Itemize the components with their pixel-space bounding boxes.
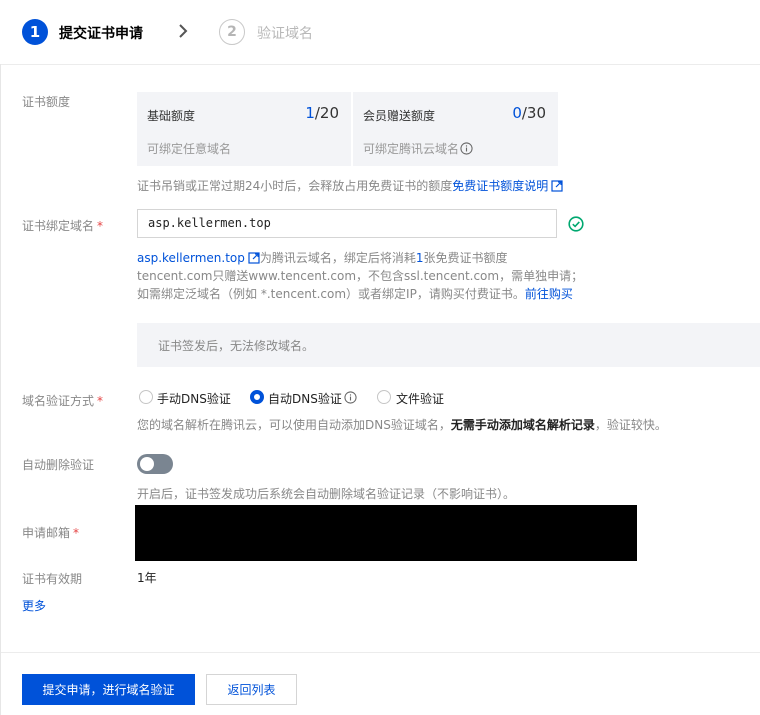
domain-hint-line3: 如需绑定泛域名（例如 *.tencent.com）或者绑定IP，请购买付费证书。… [137,287,573,301]
more-link[interactable]: 更多 [22,597,46,614]
verify-label: 域名验证方式 * [22,394,104,408]
info-icon[interactable] [460,142,473,155]
step-1-label: 提交证书申请 [59,26,143,42]
email-redacted [135,505,637,561]
quota-label: 证书额度 [22,95,71,109]
member-quota-title: 会员赠送额度 [363,109,436,123]
verify-hint: 您的域名解析在腾讯云，可以使用自动添加DNS验证域名，无需手动添加域名解析记录，… [137,418,667,432]
domain-notice-text: 证书签发后，无法修改域名。 [158,339,315,353]
radio-auto-dns-label[interactable]: 自动DNS验证 [268,390,342,407]
radio-file[interactable] [377,390,391,404]
back-button[interactable]: 返回列表 [206,674,297,705]
check-circle-icon [568,216,584,232]
domain-label: 证书绑定域名 * [22,219,104,233]
quota-hint: 证书吊销或正常过期24小时后，会释放占用免费证书的额度免费证书额度说明 [137,177,563,194]
chevron-right-icon [179,24,188,38]
step-2-label: 验证域名 [257,26,313,42]
panel-border [0,64,1,715]
external-link-icon[interactable] [248,252,260,264]
radio-manual-dns[interactable] [139,390,153,404]
basic-quota-count: 1/20 [305,104,339,122]
member-quota-count: 0/30 [512,104,546,122]
basic-quota-desc: 可绑定任意域名 [147,142,232,156]
radio-auto-dns[interactable] [250,390,264,404]
member-quota-desc: 可绑定腾讯云域名 [363,140,473,157]
toggle-knob [140,457,154,471]
email-label: 申请邮箱 * [22,526,80,540]
info-icon[interactable] [344,391,357,404]
submit-button[interactable]: 提交申请，进行域名验证 [22,674,195,705]
domain-hint-line2: tencent.com只赠送www.tencent.com，不包含ssl.ten… [137,269,584,283]
auto-delete-toggle[interactable] [137,454,173,474]
domain-input[interactable]: asp.kellermen.top [137,209,557,238]
member-quota-card: 会员赠送额度 0/30 可绑定腾讯云域名 [353,92,558,166]
domain-notice: 证书签发后，无法修改域名。 [137,323,760,367]
buy-link[interactable]: 前往购买 [525,287,573,301]
validity-label: 证书有效期 [22,572,83,586]
header-divider [0,64,760,65]
radio-manual-dns-label[interactable]: 手动DNS验证 [157,390,231,407]
step-2-number: 2 [219,19,245,45]
domain-link[interactable]: asp.kellermen.top [137,251,245,265]
step-1-number: 1 [22,19,48,45]
validity-value: 1年 [137,571,157,585]
basic-quota-card: 基础额度 1/20 可绑定任意域名 [137,92,351,166]
footer-divider [1,652,760,653]
domain-hint-line1: asp.kellermen.top 为腾讯云域名，绑定后将消耗1张免费证书额度 [137,251,508,265]
radio-file-label[interactable]: 文件验证 [396,390,444,407]
external-link-icon[interactable] [551,180,563,192]
auto-delete-label: 自动删除验证 [22,458,95,472]
basic-quota-title: 基础额度 [147,109,196,123]
quota-help-link[interactable]: 免费证书额度说明 [452,179,548,193]
auto-delete-hint: 开启后，证书签发成功后系统会自动删除域名验证记录（不影响证书）。 [137,487,516,501]
